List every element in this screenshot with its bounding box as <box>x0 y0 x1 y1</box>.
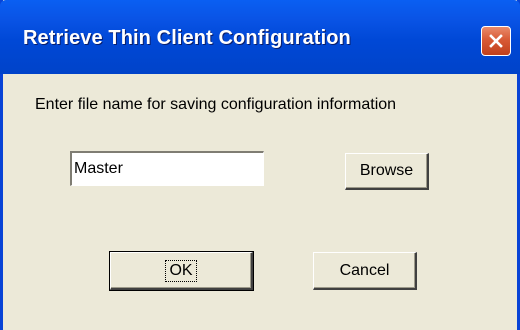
title-bar[interactable]: Retrieve Thin Client Configuration <box>0 0 520 74</box>
close-x-icon <box>487 32 505 50</box>
cancel-button[interactable]: Cancel <box>313 252 417 290</box>
dialog-window: Retrieve Thin Client Configuration Enter… <box>0 0 520 330</box>
ok-button[interactable]: OK <box>109 251 254 291</box>
browse-button[interactable]: Browse <box>345 153 429 190</box>
filename-input[interactable] <box>70 151 264 186</box>
window-title: Retrieve Thin Client Configuration <box>23 27 351 49</box>
ok-button-label: OK <box>165 259 197 282</box>
close-button[interactable] <box>481 26 511 56</box>
browse-button-label: Browse <box>359 162 414 179</box>
dialog-body: Enter file name for saving configuration… <box>3 74 517 330</box>
prompt-label: Enter file name for saving configuration… <box>35 96 397 113</box>
cancel-button-label: Cancel <box>339 261 390 279</box>
